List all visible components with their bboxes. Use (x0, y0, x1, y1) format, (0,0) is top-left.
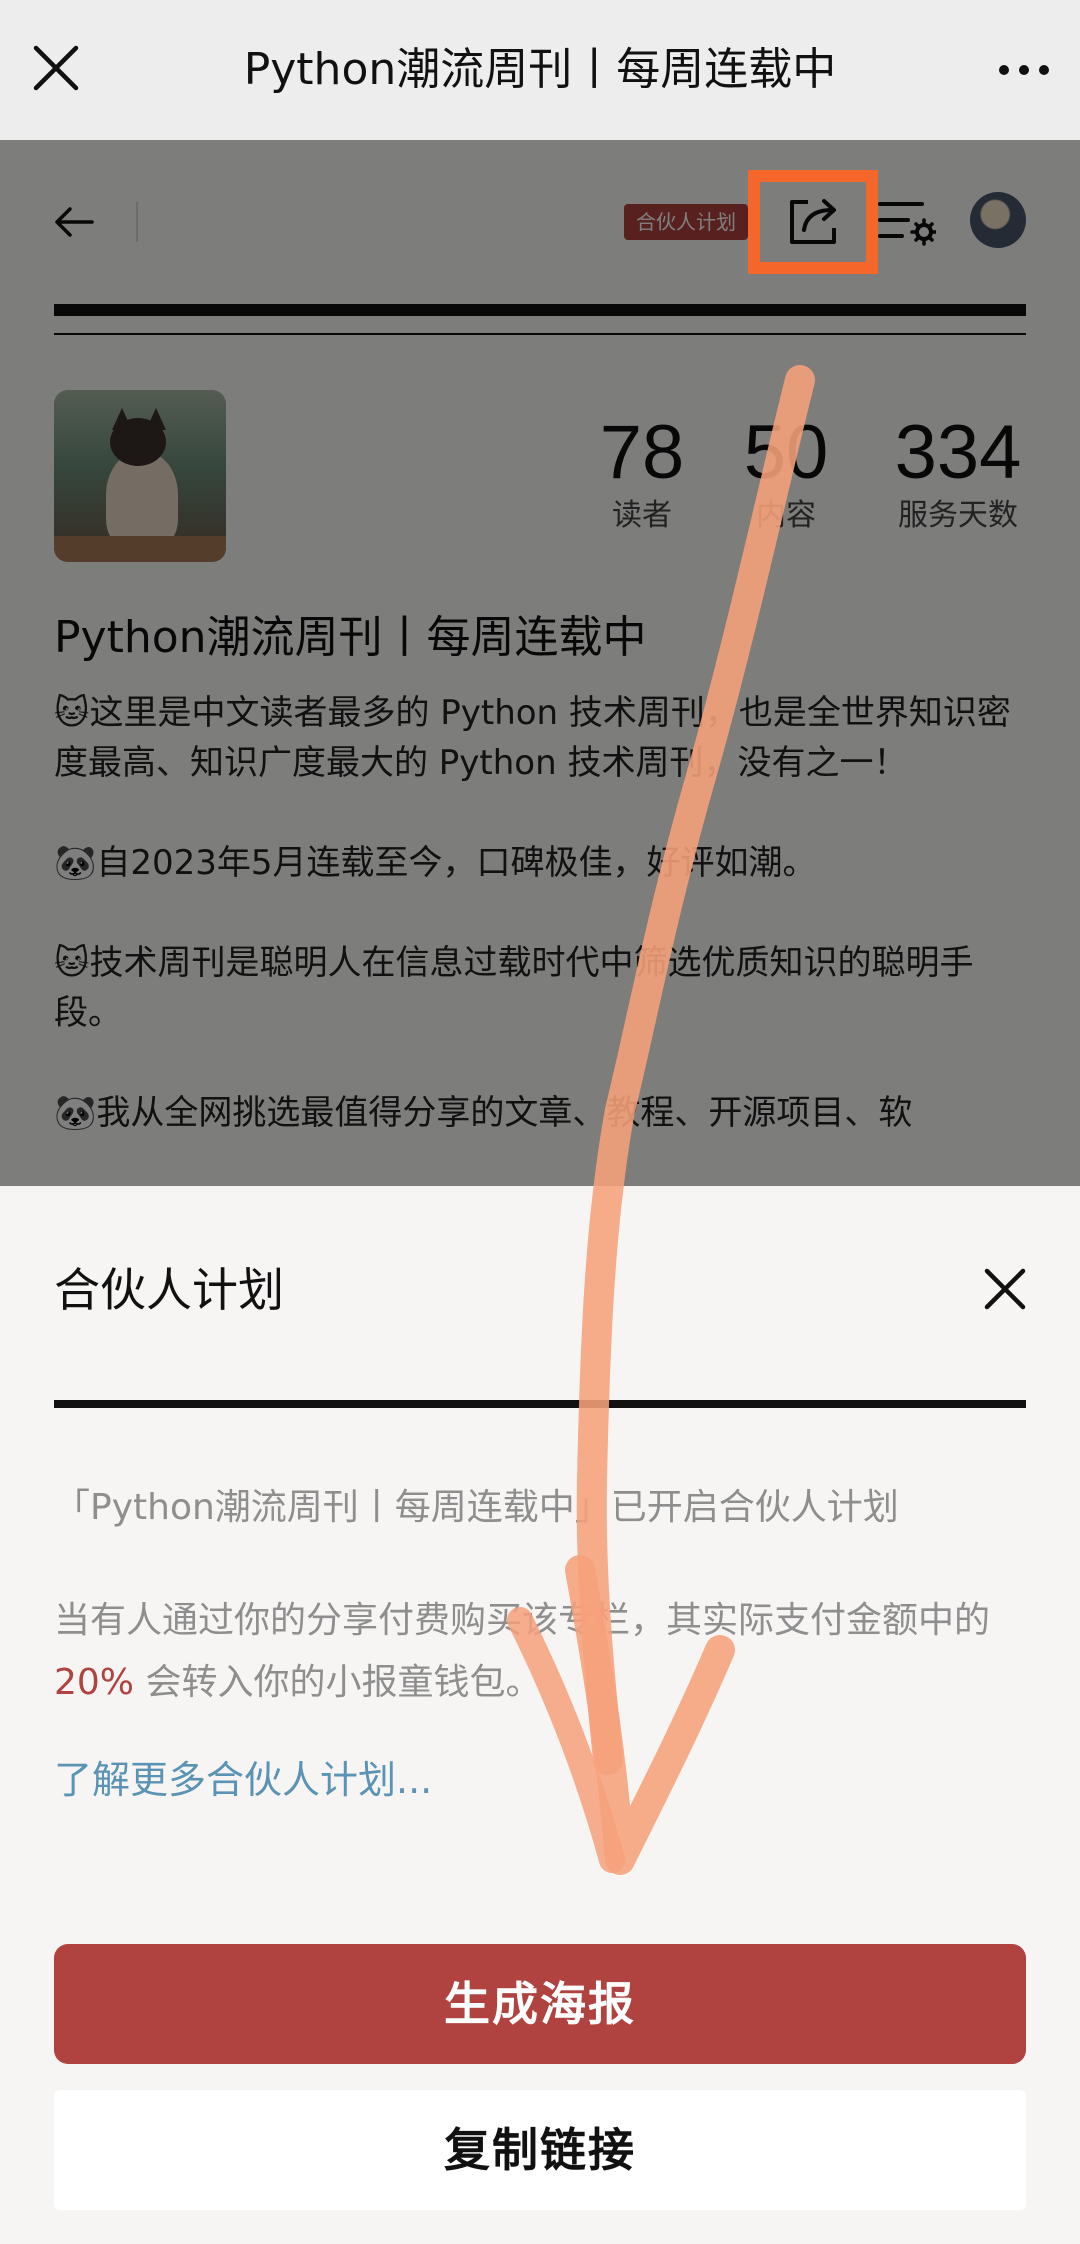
partner-plan-sheet: 合伙人计划 「Python潮流周刊丨每周连载中」已开启合伙人计划 当有人通过你的… (0, 1186, 1080, 2244)
sheet-rule (54, 1400, 1026, 1408)
wechat-top-bar: Python潮流周刊丨每周连载中 (0, 0, 1080, 140)
commission-text: 会转入你的小报童钱包。 (134, 1662, 542, 1703)
commission-description: 当有人通过你的分享付费购买该专栏，其实际支付金额中的 20% 会转入你的小报童钱… (54, 1590, 1034, 1714)
commission-percent: 20% (54, 1662, 135, 1703)
partner-plan-notice: 「Python潮流周刊丨每周连载中」已开启合伙人计划 (54, 1487, 899, 1528)
learn-more-link[interactable]: 了解更多合伙人计划... (54, 1754, 432, 1806)
share-highlight-box (748, 170, 878, 274)
commission-text: 当有人通过你的分享付费购买该专栏，其实际支付金额中的 (54, 1600, 991, 1641)
sheet-title: 合伙人计划 (54, 1263, 284, 1317)
copy-link-button[interactable]: 复制链接 (54, 2090, 1026, 2210)
page-title: Python潮流周刊丨每周连载中 (243, 44, 837, 95)
modal-backdrop[interactable] (0, 140, 1080, 1186)
close-icon[interactable] (30, 42, 82, 94)
generate-poster-button[interactable]: 生成海报 (54, 1944, 1026, 2064)
close-icon[interactable] (982, 1266, 1028, 1312)
more-icon[interactable] (994, 50, 1054, 90)
